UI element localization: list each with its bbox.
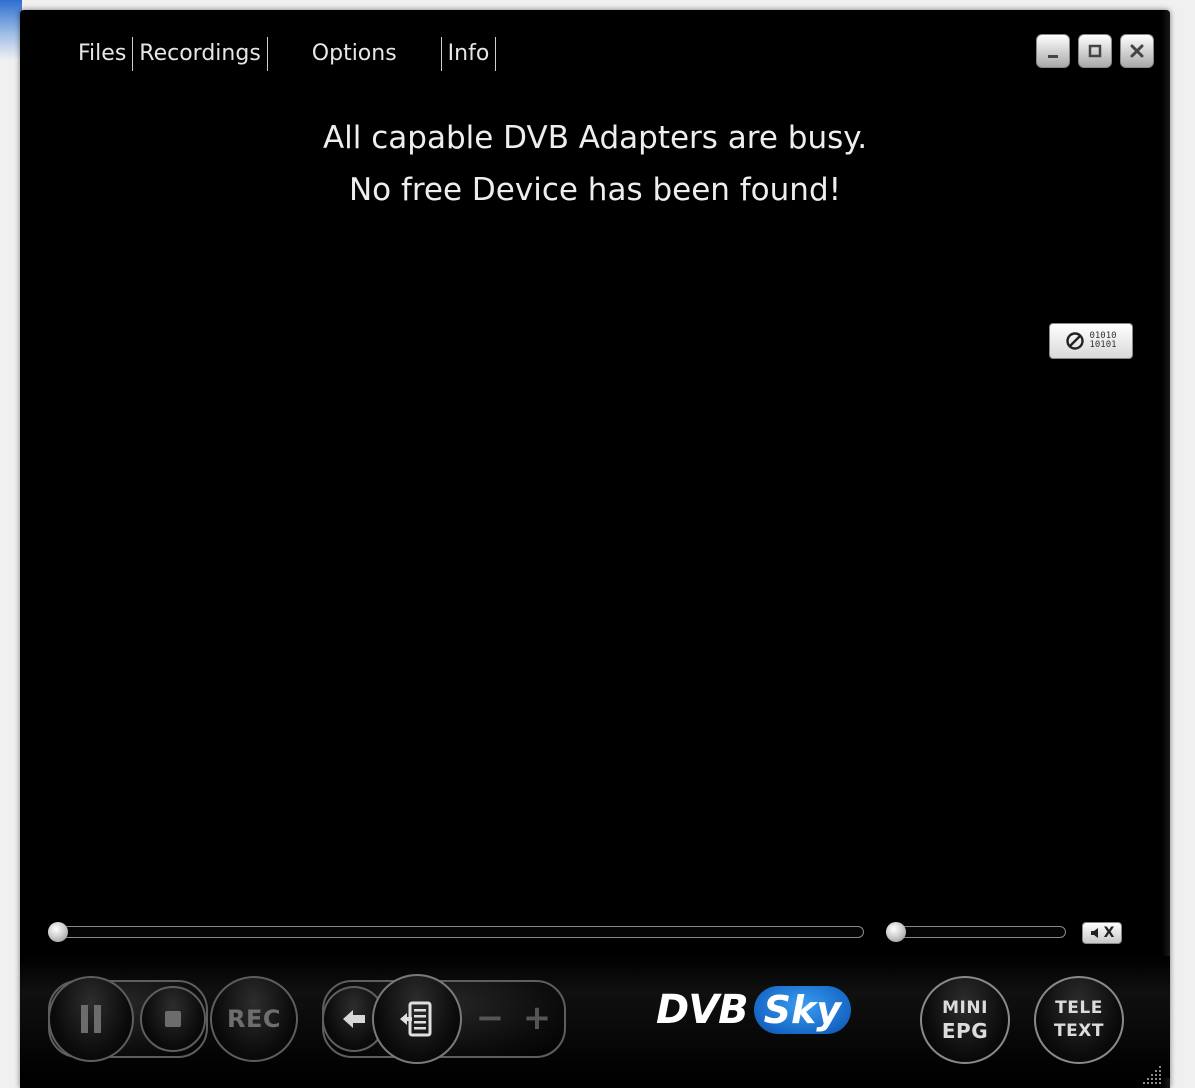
window-controls (1036, 34, 1154, 68)
menu-files[interactable]: Files (72, 34, 132, 74)
stop-button[interactable] (140, 986, 206, 1052)
binary-label: 01010 10101 (1089, 332, 1116, 350)
data-stream-button[interactable]: 01010 10101 (1049, 323, 1133, 359)
desktop-accent (0, 0, 22, 60)
menu-bar: Files Recordings Options Info (72, 34, 497, 74)
minimize-button[interactable] (1036, 34, 1070, 68)
seek-handle[interactable] (48, 922, 68, 942)
seek-slider[interactable] (58, 926, 864, 938)
mini-epg-button[interactable]: MINI EPG (920, 976, 1010, 1064)
pause-button[interactable] (48, 976, 134, 1062)
menu-info[interactable]: Info (442, 34, 496, 74)
mini-epg-line2: EPG (941, 1019, 989, 1043)
brand-logo: DVB Sky (656, 986, 852, 1034)
no-signal-icon (1066, 332, 1085, 350)
menu-separator (266, 37, 268, 71)
resize-grip-icon[interactable] (1139, 1062, 1163, 1086)
playlist-button[interactable] (372, 974, 462, 1064)
minimize-icon (1048, 55, 1058, 58)
mute-button[interactable]: X (1082, 922, 1122, 944)
menu-separator (495, 37, 497, 71)
back-arrow-icon (343, 1010, 365, 1028)
mini-epg-line1: MINI (942, 998, 988, 1018)
volume-handle[interactable] (886, 922, 906, 942)
status-message: All capable DVB Adapters are busy. No fr… (20, 112, 1170, 216)
playlist-icon (400, 1001, 432, 1037)
channel-minus-button[interactable]: − (470, 990, 510, 1046)
close-button[interactable] (1120, 34, 1154, 68)
channel-plus-button[interactable]: + (516, 990, 558, 1046)
status-message-line1: All capable DVB Adapters are busy. (322, 120, 868, 156)
plus-label: + (522, 998, 552, 1038)
menu-options[interactable]: Options (306, 34, 403, 74)
minus-label: − (475, 998, 505, 1038)
status-message-line2: No free Device has been found! (348, 172, 842, 208)
teletext-line2: TEXT (1054, 1021, 1104, 1041)
maximize-button[interactable] (1078, 34, 1112, 68)
menu-recordings[interactable]: Recordings (133, 34, 267, 74)
volume-slider[interactable] (886, 926, 1066, 938)
mute-label: X (1103, 925, 1115, 941)
record-label: REC (227, 1005, 281, 1033)
record-button[interactable]: REC (210, 976, 298, 1062)
teletext-line1: TELE (1055, 998, 1103, 1018)
pause-icon (81, 1005, 101, 1033)
desktop: Files Recordings Options Info All capabl… (0, 0, 1195, 1088)
speaker-icon (1090, 928, 1098, 938)
teletext-button[interactable]: TELE TEXT (1034, 976, 1124, 1064)
binary-row2: 10101 (1089, 340, 1117, 350)
maximize-icon (1088, 44, 1102, 58)
brand-dvb: DVB (656, 987, 749, 1033)
close-icon (1130, 44, 1144, 58)
stop-icon (165, 1011, 181, 1027)
brand-sky: Sky (753, 986, 852, 1034)
